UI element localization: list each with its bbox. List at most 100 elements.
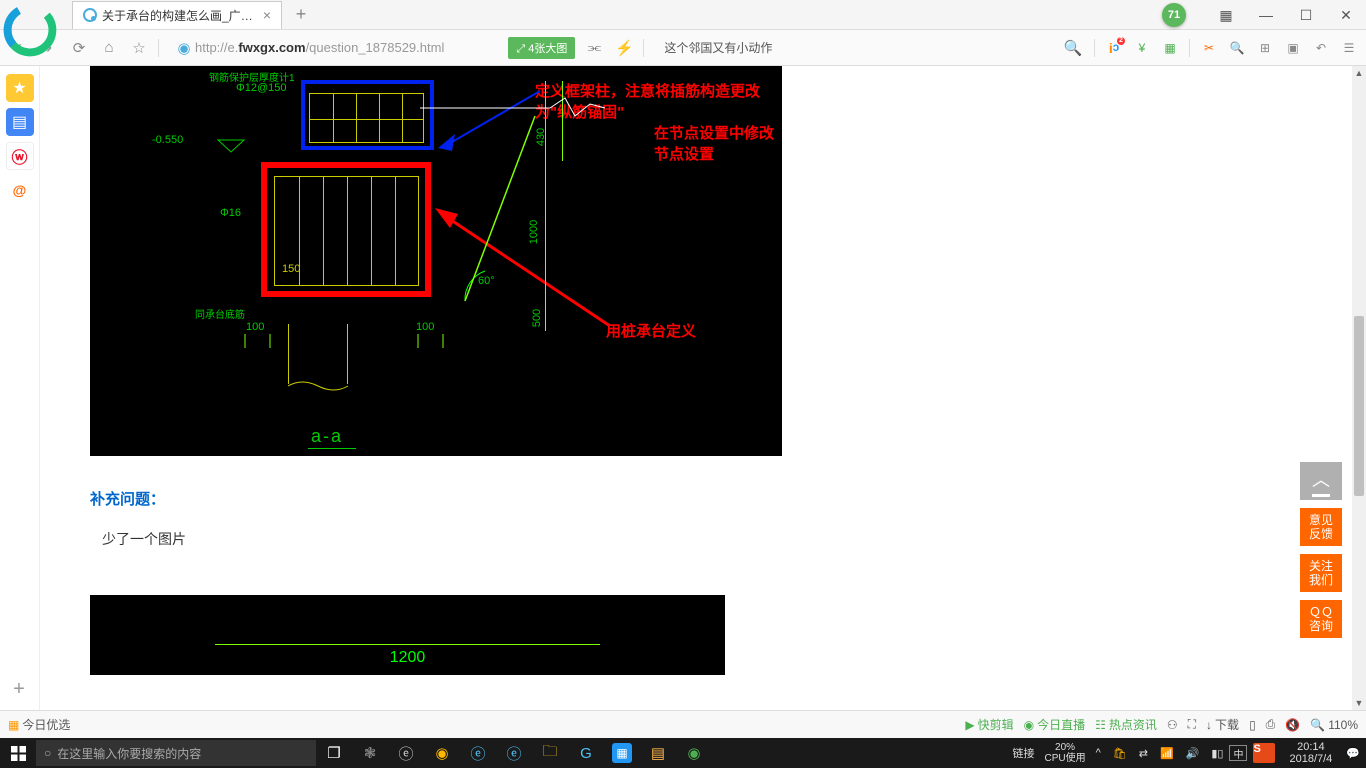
live-link[interactable]: ◉ 今日直播 (1024, 716, 1086, 733)
section-underline (308, 448, 356, 449)
address-bar[interactable]: ◉ http://e.fwxgx.com/question_1878529.ht… (173, 37, 444, 59)
tray-link[interactable]: 链接 (1006, 738, 1040, 768)
share-icon[interactable]: ⫘ (583, 37, 605, 59)
tray-wifi-icon[interactable]: 📶 (1154, 738, 1180, 768)
app-notes[interactable]: ▤ (640, 738, 676, 768)
ext-ad-icon[interactable]: ▦ (1161, 39, 1179, 57)
flash-icon[interactable]: ⚡ (613, 37, 635, 59)
menu-icon[interactable]: ☰ (1340, 39, 1358, 57)
separator (1189, 39, 1190, 57)
app-ie[interactable]: ⓔ (496, 738, 532, 768)
tray-up-icon[interactable]: ^ (1090, 738, 1107, 768)
taskbar-search[interactable]: ○ 在这里输入你要搜索的内容 (36, 740, 316, 766)
ip-icon[interactable]: ⎙ (1266, 717, 1276, 732)
page-content: 定义框架柱，注意将插筋构造更改为"纵筋锚固" 在节点设置中修改节点设置 用桩承台… (40, 66, 1352, 710)
search-icon[interactable]: 🔍 (1062, 37, 1084, 59)
scroll-area[interactable]: 定义框架柱，注意将插筋构造更改为"纵筋锚固" 在节点设置中修改节点设置 用桩承台… (40, 66, 1352, 710)
ext-reader-icon[interactable]: ▣ (1284, 39, 1302, 57)
tray-action-center[interactable]: 💬 (1340, 738, 1366, 768)
tray-ime-sogou[interactable]: S (1247, 738, 1281, 768)
undo-icon[interactable]: ↶ (1312, 39, 1330, 57)
maximize-button[interactable]: ☐ (1286, 0, 1326, 30)
video-icon[interactable]: ⛶ (1188, 717, 1196, 732)
game-icon[interactable]: ⚇ (1167, 718, 1178, 732)
app-360browser[interactable]: ◉ (676, 738, 712, 768)
new-tab-button[interactable]: + (288, 2, 314, 28)
note-same: 同承台底筋 (195, 306, 245, 321)
at-icon[interactable]: @ (6, 176, 34, 204)
big-images-button[interactable]: ⤢ 4张大图 (508, 37, 575, 59)
separator (158, 39, 159, 57)
app-g[interactable]: G (568, 738, 604, 768)
ext-wallet-icon[interactable]: ¥ (1133, 39, 1151, 57)
minimize-button[interactable]: — (1246, 0, 1286, 30)
scroll-thumb[interactable] (1354, 316, 1364, 496)
apps-button[interactable]: ▦ (1206, 0, 1246, 30)
app-fan[interactable]: ❃ (352, 738, 388, 768)
status-bar: ▦今日优选 ▶ 快剪辑 ◉ 今日直播 ☷ 热点资讯 ⚇ ⛶ ↓ 下载 ▯ ⎙ 🔇… (0, 710, 1366, 738)
section-label: a-a (311, 426, 343, 447)
kuaijian-link[interactable]: ▶ 快剪辑 (965, 716, 1013, 733)
scroll-top-button[interactable]: ︿ (1300, 462, 1342, 500)
url-text: http://e.fwxgx.com/question_1878529.html (195, 40, 444, 55)
scroll-down-icon[interactable]: ▼ (1352, 696, 1366, 710)
windows-taskbar: ○ 在这里输入你要搜索的内容 ❐ ❃ ⓔ ◉ ⓔ ⓔ 🗀 G ▦ ▤ ◉ 链接 … (0, 738, 1366, 768)
app-360[interactable]: ◉ (424, 738, 460, 768)
ground-line (420, 96, 610, 121)
vertical-scrollbar[interactable]: ▲ ▼ (1352, 66, 1366, 710)
browser-tab[interactable]: 关于承台的构建怎么画_广联达服 × (72, 1, 282, 29)
download-link[interactable]: ↓ 下载 (1206, 716, 1239, 733)
mobile-icon[interactable]: ▯ (1249, 718, 1256, 732)
dim-line-v2 (562, 81, 563, 161)
tray-cpu[interactable]: 20%CPU使用 (1040, 738, 1089, 768)
tray-battery-icon[interactable]: ▮▯ (1205, 738, 1229, 768)
elev-mark (216, 138, 246, 154)
mute-icon[interactable]: 🔇 (1285, 718, 1300, 732)
ext-scissors-icon[interactable]: ✂ (1200, 39, 1218, 57)
qq-button[interactable]: ＱＱ 咨询 (1300, 600, 1342, 638)
zoom-level[interactable]: 🔍 110% (1310, 718, 1358, 732)
dim-500: 500 (531, 309, 543, 327)
tab-favicon (83, 8, 97, 22)
ext-search2-icon[interactable]: 🔍 (1228, 39, 1246, 57)
dim-spacing: Φ12@150 (236, 82, 287, 94)
news-icon[interactable]: ▤ (6, 108, 34, 136)
app-wps[interactable]: ▦ (612, 743, 632, 763)
dim-d16: Φ16 (220, 207, 241, 219)
app-taskview[interactable]: ❐ (316, 738, 352, 768)
browser-logo[interactable] (2, 2, 58, 58)
tab-close-icon[interactable]: × (263, 7, 271, 23)
score-badge[interactable]: 71 (1162, 3, 1186, 27)
dim-ticks (240, 331, 450, 351)
ext-apps-icon[interactable]: ⊞ (1256, 39, 1274, 57)
right-float-bar: ︿ 意见 反馈 关注 我们 ＱＱ 咨询 (1300, 462, 1342, 638)
separator (643, 39, 644, 57)
follow-button[interactable]: 关注 我们 (1300, 554, 1342, 592)
search-placeholder: 在这里输入你要搜索的内容 (57, 745, 201, 762)
feedback-button[interactable]: 意见 反馈 (1300, 508, 1342, 546)
tray-safe-icon[interactable]: 🛍 (1107, 738, 1133, 768)
tray-volume-icon[interactable]: 🔊 (1180, 738, 1206, 768)
close-button[interactable]: ✕ (1326, 0, 1366, 30)
cad-image-secondary: 1200 (90, 595, 725, 675)
tray-ime-cn[interactable]: 中 (1229, 745, 1247, 761)
app-folder[interactable]: 🗀 (532, 738, 568, 768)
scroll-up-icon[interactable]: ▲ (1352, 66, 1366, 80)
app-edge2[interactable]: ⓔ (460, 738, 496, 768)
add-shortcut-button[interactable]: + (6, 676, 32, 702)
weibo-icon[interactable]: ⓦ (6, 142, 34, 170)
hotnews-link[interactable]: ☷ 热点资讯 (1095, 716, 1157, 733)
start-button[interactable] (0, 738, 36, 768)
favorites-icon[interactable]: ★ (6, 74, 34, 102)
browser-toolbar: ‹ › ⟳ ⌂ ☆ ◉ http://e.fwxgx.com/question_… (0, 30, 1366, 66)
tray-net-icon[interactable]: ⇄ (1133, 738, 1154, 768)
promo-text[interactable]: 这个邻国又有小动作 (664, 39, 772, 56)
tray-clock[interactable]: 20:142018/7/4 (1281, 738, 1340, 768)
app-edge[interactable]: ⓔ (388, 738, 424, 768)
reload-button[interactable]: ⟳ (68, 37, 90, 59)
favorite-button[interactable]: ☆ (128, 37, 150, 59)
ext-pp-icon[interactable]: iɔ2 (1105, 39, 1123, 57)
home-button[interactable]: ⌂ (98, 37, 120, 59)
qa-title: 补充问题： (90, 488, 1352, 509)
today-pick[interactable]: ▦今日优选 (8, 716, 70, 733)
